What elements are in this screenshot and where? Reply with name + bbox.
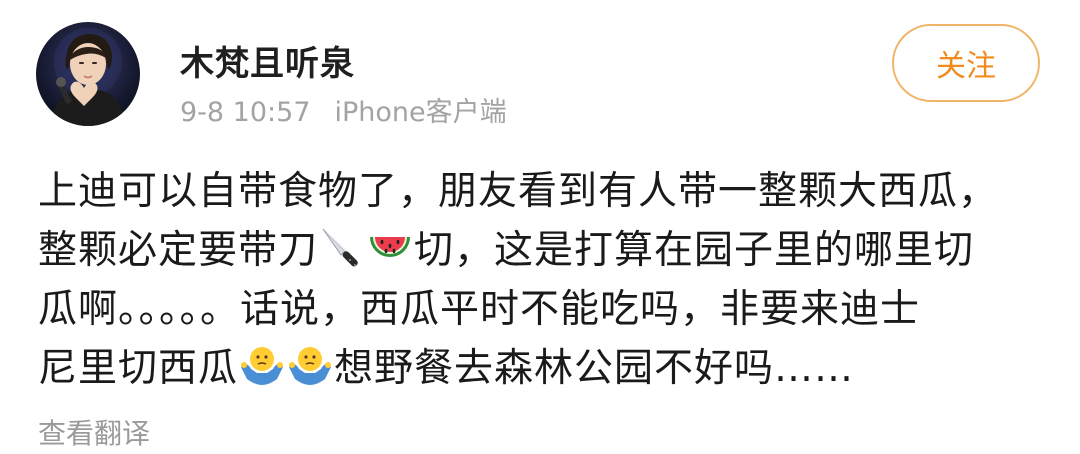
content-line-3: 瓜啊。。。。。话说，西瓜平时不能吃吗，非要来迪士 (38, 287, 921, 332)
content-text: 尼里切西瓜 (38, 346, 239, 391)
avatar-image (50, 28, 126, 126)
content-line-1: 上迪可以自带食物了，朋友看到有人带一整颗大西瓜， (38, 169, 999, 214)
content-line-2: 整颗必定要带刀 切，这是打算在园子里的哪里切 (38, 221, 1048, 280)
watermelon-icon (367, 225, 413, 271)
content-line-4: 尼里切西瓜 想野餐去森林公园不好吗…… (38, 339, 1048, 398)
post-source[interactable]: iPhone客户端 (335, 97, 507, 128)
author-name[interactable]: 木梵且听泉 (180, 36, 355, 85)
post-meta: 9-8 10:57 iPhone客户端 (180, 90, 507, 129)
weibo-post: 木梵且听泉 9-8 10:57 iPhone客户端 关注 上迪可以自带食物了，朋友… (0, 0, 1080, 454)
content-text: 切，这是打算在园子里的哪里切 (414, 228, 975, 273)
content-text: 整颗必定要带刀 (38, 228, 319, 273)
shrug-icon (239, 343, 285, 389)
follow-button[interactable]: 关注 (892, 24, 1040, 102)
translate-link[interactable]: 查看翻译 (38, 412, 150, 452)
post-content: 上迪可以自带食物了，朋友看到有人带一整颗大西瓜， 整颗必定要带刀 切，这是打算在… (38, 162, 1048, 398)
post-time: 9-8 10:57 (180, 97, 311, 128)
content-text: 想野餐去森林公园不好吗…… (334, 346, 855, 391)
shrug-icon (287, 343, 333, 389)
knife-icon (319, 225, 365, 271)
avatar[interactable] (36, 22, 140, 126)
